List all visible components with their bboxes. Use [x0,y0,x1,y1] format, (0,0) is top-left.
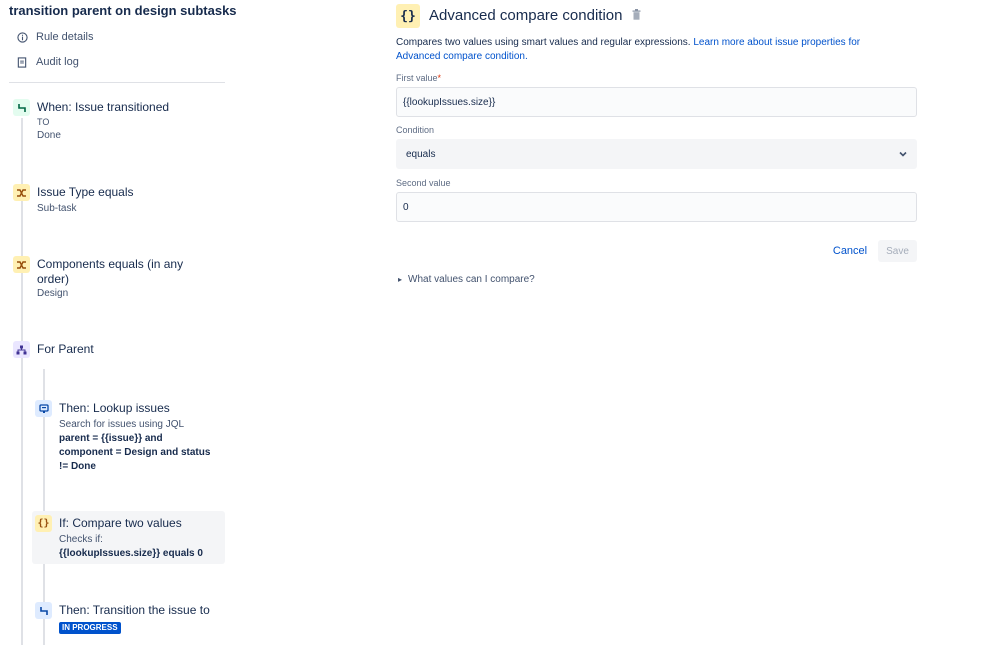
second-value-input[interactable]: 0 [396,192,917,222]
step-detail: TO [37,117,50,127]
label-text: First value [396,73,438,83]
info-icon [16,31,28,43]
save-button[interactable]: Save [878,240,917,262]
condition-value: equals [406,148,436,160]
step-issue-type-condition[interactable]: Issue Type equals Sub-task [13,184,223,218]
disclosure-label: What values can I compare? [408,274,535,285]
step-detail: Checks if: [59,534,103,545]
branch-tree-icon [13,341,30,358]
learn-more-link-continued[interactable]: Advanced compare condition. [396,51,528,62]
step-title: If: Compare two values [59,516,182,530]
nav-label: Rule details [36,31,94,43]
jql-line: != Done [59,461,96,472]
rule-sidebar: transition parent on design subtasks Rul… [0,0,237,645]
step-transition-issue[interactable]: Then: Transition the issue to IN PROGRES… [35,602,225,638]
first-value-input[interactable]: {{lookupIssues.size}} [396,87,917,117]
rule-title: transition parent on design subtasks [9,3,237,18]
step-lookup-issues[interactable]: Then: Lookup issues Search for issues us… [35,400,225,474]
status-wrapper: IN PROGRESS [59,621,121,635]
shuffle-icon [13,256,30,273]
step-detail: Design [37,288,69,299]
step-title-continued: order) [37,272,70,286]
braces-icon: {} [35,515,52,532]
step-title: Then: Transition the issue to [59,603,210,617]
second-value-label: Second value [396,178,451,188]
chevron-right-icon: ▸ [398,275,403,284]
nav-audit-log[interactable]: Audit log [16,56,79,68]
document-icon [16,56,28,68]
step-detail: Search for issues using JQL [59,419,185,430]
step-title: Issue Type equals [37,185,134,199]
chevron-down-icon [899,151,907,157]
nav-label: Audit log [36,56,79,68]
step-trigger[interactable]: When: Issue transitioned TO Done [13,99,223,149]
jql-line: component = Design and status [59,447,211,458]
trash-icon[interactable] [632,9,641,20]
step-components-condition[interactable]: Components equals (in any order) Design [13,256,223,304]
condition-select[interactable]: equals [396,139,917,169]
jql-line: parent = {{issue}} and [59,433,163,444]
step-compare-values[interactable]: {} If: Compare two values Checks if: {{l… [35,515,225,561]
step-branch-for-parent[interactable]: For Parent [13,341,223,361]
step-title: When: Issue transitioned [37,100,170,114]
nav-rule-details[interactable]: Rule details [16,31,93,43]
step-title: Components equals (in any [37,257,184,271]
status-lozenge: IN PROGRESS [59,622,121,634]
shuffle-icon [13,184,30,201]
lookup-icon [35,400,52,417]
panel-title: Advanced compare condition [429,7,623,24]
transition-icon [35,602,52,619]
step-detail: Done [37,130,61,141]
values-disclosure[interactable]: ▸ What values can I compare? [398,274,535,285]
divider [9,82,225,83]
step-title: For Parent [37,342,94,356]
transition-icon [13,99,30,116]
compare-expression: {{lookupIssues.size}} equals 0 [59,548,203,559]
step-title: Then: Lookup issues [59,401,170,415]
required-mark: * [437,73,442,83]
braces-icon: {} [396,4,420,28]
step-detail: Sub-task [37,203,77,214]
panel-description: Compares two values using smart values a… [396,36,896,64]
condition-label: Condition [396,125,435,135]
description-text: Compares two values using smart values a… [396,37,694,48]
cancel-button[interactable]: Cancel [828,240,872,262]
first-value-label: First value* [396,73,441,83]
learn-more-link[interactable]: Learn more about issue properties for [693,37,860,48]
